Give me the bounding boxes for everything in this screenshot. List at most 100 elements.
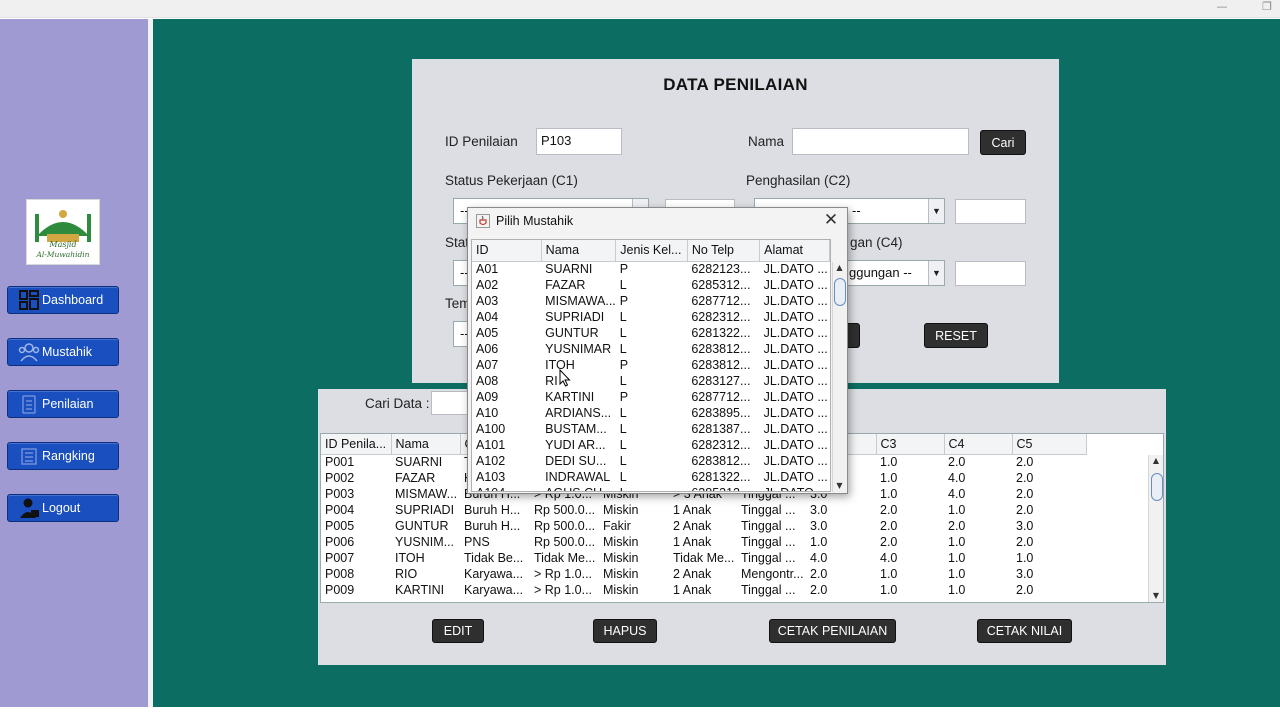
table-cell: 1.0 bbox=[948, 583, 966, 597]
table-cell: Tidak Be... bbox=[464, 551, 524, 565]
table-cell: 1.0 bbox=[948, 551, 966, 565]
cari-data-field[interactable] bbox=[431, 391, 471, 415]
column-header[interactable]: Alamat bbox=[759, 240, 830, 262]
nama-field[interactable] bbox=[792, 128, 969, 155]
table-row[interactable]: A07 ITOH P 6283812... JL.DATO ... bbox=[472, 357, 830, 373]
scroll-down-icon[interactable]: ▼ bbox=[1149, 590, 1163, 602]
table-row[interactable]: P009 KARTINI Karyawa... > Rp 1.0... Miskin 1 … bbox=[321, 582, 1086, 598]
table-cell: P008 bbox=[325, 567, 355, 581]
table-row[interactable]: P008 RIO Karyawa... > Rp 1.0... Miskin 2 Anak… bbox=[321, 566, 1086, 582]
column-header[interactable]: Nama bbox=[391, 434, 461, 455]
column-header[interactable]: C5 bbox=[1012, 434, 1087, 455]
edit-button[interactable]: EDIT bbox=[432, 619, 484, 643]
table-cell: A104 bbox=[472, 485, 541, 491]
cetak-penilaian-button[interactable]: CETAK PENILAIAN bbox=[769, 619, 896, 643]
column-header[interactable]: C3 bbox=[876, 434, 945, 455]
table-cell: Mengontr... bbox=[741, 567, 804, 581]
minimize-icon[interactable]: — bbox=[1211, 0, 1233, 16]
table-cell: 1.0 bbox=[948, 503, 966, 517]
table-cell: 1.0 bbox=[1016, 551, 1034, 565]
scroll-up-icon[interactable]: ▲ bbox=[833, 262, 846, 274]
table-cell: P003 bbox=[325, 487, 355, 501]
java-app-icon bbox=[476, 214, 490, 228]
nav-penilaian-button[interactable]: Penilaian bbox=[7, 390, 119, 418]
table-cell: GUNTUR bbox=[395, 519, 449, 533]
cetak-nilai-button[interactable]: CETAK NILAI bbox=[977, 619, 1072, 643]
table-cell: 1 Anak bbox=[673, 503, 712, 517]
nav-mustahik-button[interactable]: Mustahik bbox=[7, 338, 119, 366]
table-row[interactable]: A03 MISMAWA... P 6287712... JL.DATO ... bbox=[472, 293, 830, 309]
table-cell: 1 Anak bbox=[673, 583, 712, 597]
table-cell: P006 bbox=[325, 535, 355, 549]
table-cell: MISMAW... bbox=[395, 487, 458, 501]
table-row[interactable]: A102 DEDI SU... L 6283812... JL.DATO ... bbox=[472, 453, 830, 469]
scroll-up-icon[interactable]: ▲ bbox=[1149, 455, 1163, 467]
c4-score-field bbox=[955, 261, 1026, 286]
table-row[interactable]: P004 SUPRIADI Buruh H... Rp 500.0... Miskin 1… bbox=[321, 502, 1086, 518]
nav-logout-button[interactable]: Logout bbox=[7, 494, 119, 522]
table-cell: JL.DATO ... bbox=[763, 438, 828, 452]
column-header[interactable]: Nama bbox=[541, 240, 617, 262]
table-row[interactable]: P006 YUSNIM... PNS Rp 500.0... Miskin 1 Anak T… bbox=[321, 534, 1086, 550]
table-cell: Fakir bbox=[603, 519, 631, 533]
dashboard-icon bbox=[18, 290, 40, 310]
table-cell: 6281387... bbox=[691, 422, 751, 436]
table-cell: ARDIANS... bbox=[545, 406, 612, 420]
hapus-button[interactable]: HAPUS bbox=[593, 619, 657, 643]
table-row[interactable]: A02 FAZAR L 6285312... JL.DATO ... bbox=[472, 277, 830, 293]
scroll-down-icon[interactable]: ▼ bbox=[833, 480, 846, 492]
cari-data-label: Cari Data : bbox=[365, 396, 430, 411]
table-row[interactable]: P005 GUNTUR Buruh H... Rp 500.0... Fakir 2 An… bbox=[321, 518, 1086, 534]
restore-icon[interactable]: ❐ bbox=[1256, 0, 1278, 16]
dialog-scrollbar[interactable]: ▲ ▼ bbox=[832, 262, 846, 492]
table-cell: 6287712... bbox=[691, 390, 751, 404]
scroll-thumb[interactable] bbox=[834, 278, 846, 306]
nav-rangking-button[interactable]: Rangking bbox=[7, 442, 119, 470]
cari-button[interactable]: Cari bbox=[980, 130, 1026, 155]
table-row[interactable]: A10 ARDIANS... L 6283895... JL.DATO ... bbox=[472, 405, 830, 421]
table-row[interactable]: P007 ITOH Tidak Be... Tidak Me... Miskin Tida… bbox=[321, 550, 1086, 566]
table-header-row: ID Nama Jenis Kel... No Telp Alamat bbox=[472, 240, 830, 262]
table-cell: A10 bbox=[476, 406, 499, 420]
id-penilaian-label: ID Penilaian bbox=[445, 134, 518, 149]
table-row[interactable]: A06 YUSNIMAR L 6283812... JL.DATO ... bbox=[472, 341, 830, 357]
table-cell: 2.0 bbox=[1016, 487, 1034, 501]
nama-label: Nama bbox=[748, 134, 785, 149]
chevron-down-icon: ▼ bbox=[928, 199, 944, 223]
reset-button[interactable]: RESET bbox=[924, 323, 988, 348]
table-cell: JL.DATO ... bbox=[763, 406, 828, 420]
pilih-mustahik-dialog: Pilih Mustahik ✕ ID Nama Jenis Kel... No… bbox=[467, 207, 848, 494]
table-row[interactable]: A09 KARTINI P 6287712... JL.DATO ... bbox=[472, 389, 830, 405]
table-cell: Buruh H... bbox=[464, 519, 521, 533]
scroll-thumb[interactable] bbox=[1151, 473, 1163, 501]
c4-select[interactable]: ggungan -- ▼ bbox=[842, 260, 945, 286]
mouse-cursor-icon bbox=[559, 369, 571, 387]
table-cell: > Rp 1.0... bbox=[534, 567, 593, 581]
table-cell: 6281322... bbox=[691, 470, 751, 484]
close-icon[interactable]: ✕ bbox=[821, 210, 841, 230]
nav-penilaian-label: Penilaian bbox=[42, 397, 94, 411]
table-row[interactable]: A01 SUARNI P 6282123... JL.DATO ... bbox=[472, 261, 830, 277]
table-row[interactable]: A05 GUNTUR L 6281322... JL.DATO ... bbox=[472, 325, 830, 341]
clipboard-icon bbox=[18, 394, 40, 414]
table-row[interactable]: A103 INDRAWAL L 6281322... JL.DATO ... bbox=[472, 469, 830, 485]
table-row[interactable]: A04 SUPRIADI L 6282312... JL.DATO ... bbox=[472, 309, 830, 325]
table-row[interactable]: A101 YUDI AR... L 6282312... JL.DATO ... bbox=[472, 437, 830, 453]
nav-dashboard-button[interactable]: Dashboard bbox=[7, 286, 119, 314]
table-scrollbar[interactable]: ▲ ▼ bbox=[1148, 455, 1163, 602]
column-header[interactable]: ID Penila... bbox=[321, 434, 392, 455]
column-header[interactable]: Jenis Kel... bbox=[615, 240, 688, 262]
table-cell: JL.DATO ... bbox=[763, 262, 828, 277]
id-penilaian-field[interactable]: P103 bbox=[536, 128, 622, 155]
table-cell: JL.DATO ... bbox=[763, 294, 828, 308]
table-cell: Karyawa... bbox=[464, 583, 524, 597]
column-header[interactable]: No Telp bbox=[687, 240, 761, 262]
table-cell: A08 bbox=[476, 374, 499, 388]
column-header[interactable]: C4 bbox=[944, 434, 1013, 455]
column-header[interactable]: ID bbox=[472, 240, 542, 262]
table-row[interactable]: A100 BUSTAM... L 6281387... JL.DATO ... bbox=[472, 421, 830, 437]
mustahik-table[interactable]: ID Nama Jenis Kel... No Telp Alamat A01 S… bbox=[471, 239, 831, 492]
table-row[interactable]: A08 RI L 6283127... JL.DATO ... bbox=[472, 373, 830, 389]
table-cell: JL.DATO ... bbox=[763, 454, 828, 468]
table-row[interactable]: A104AGUS CU...L6285312...JL.DATO ... bbox=[472, 485, 830, 491]
